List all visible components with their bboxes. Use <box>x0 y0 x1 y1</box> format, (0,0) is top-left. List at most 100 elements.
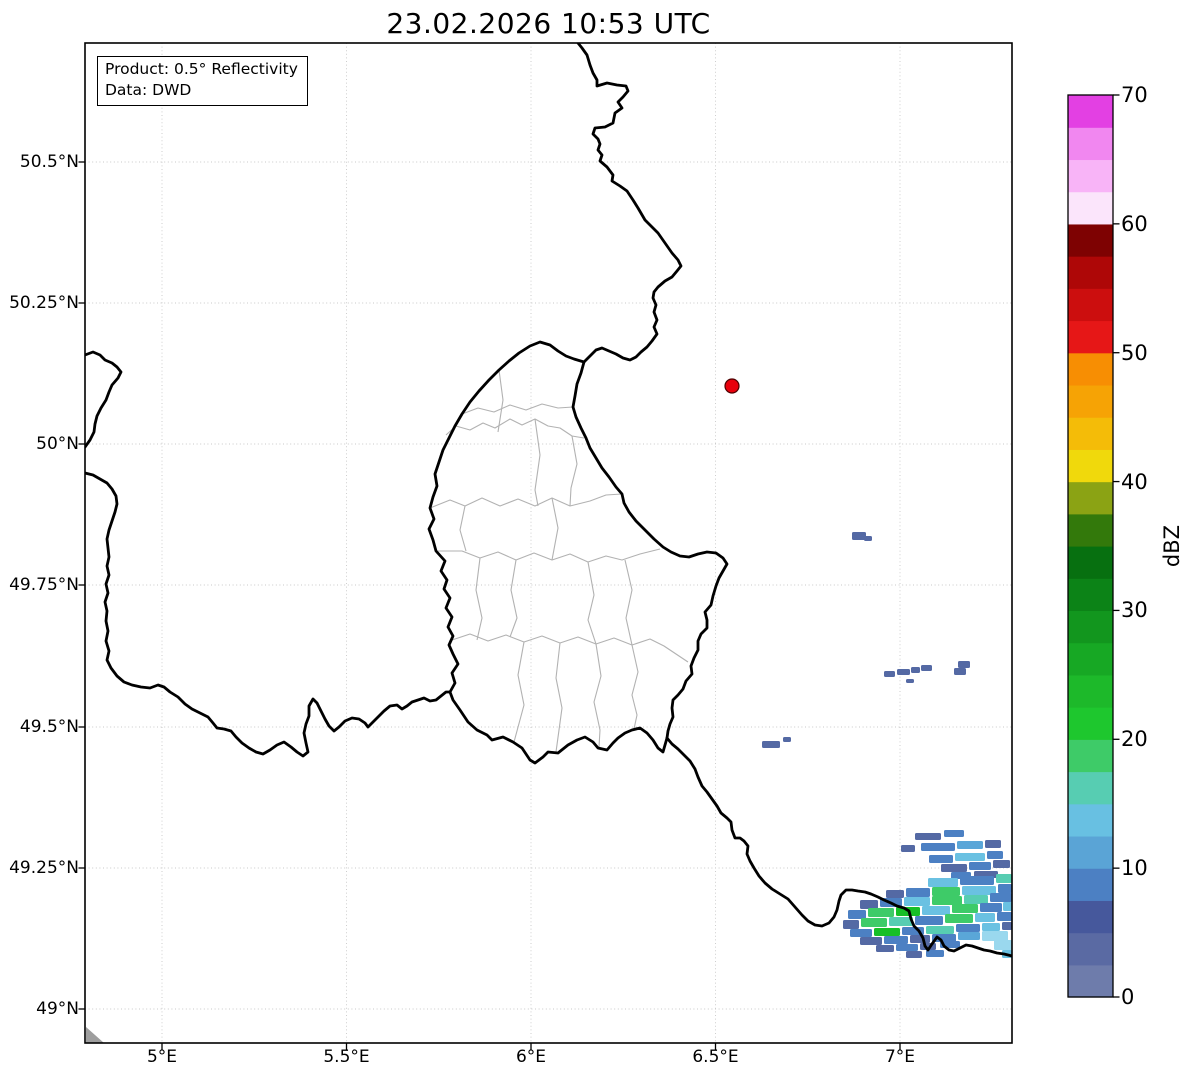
radar-echo <box>952 904 978 913</box>
radar-echo <box>958 932 980 940</box>
radar-echo <box>955 853 985 861</box>
y-tick-label: 49.25°N <box>9 858 79 878</box>
radar-echo <box>945 914 973 923</box>
plot-title: 23.02.2026 10:53 UTC <box>386 7 711 40</box>
colorbar-band <box>1068 932 1113 966</box>
colorbar-band <box>1068 288 1113 322</box>
country-border <box>85 350 123 449</box>
district-border <box>429 493 623 509</box>
data-source-line: Data: DWD <box>105 80 192 99</box>
colorbar-band <box>1068 513 1113 547</box>
district-border <box>631 644 639 730</box>
colorbar-band <box>1068 320 1113 354</box>
y-tick-label: 49.5°N <box>19 717 79 737</box>
radar-echo <box>1002 922 1012 930</box>
radar-echo <box>954 668 966 675</box>
colorbar-band <box>1068 674 1113 708</box>
colorbar-band <box>1068 771 1113 805</box>
colorbar-band <box>1068 191 1113 225</box>
product-info-box: Product: 0.5° Reflectivity Data: DWD <box>97 56 308 106</box>
radar-echo <box>921 665 932 671</box>
district-border <box>551 497 559 561</box>
district-border <box>497 369 504 433</box>
radar-echo <box>982 923 1000 931</box>
radar-echo <box>904 897 930 906</box>
colorbar-band <box>1068 449 1113 483</box>
radar-echo <box>928 878 958 887</box>
radar-echo <box>932 887 960 896</box>
radar-echo <box>911 667 920 673</box>
colorbar-band <box>1068 803 1113 837</box>
x-tick-label: 6.5°E <box>692 1047 739 1067</box>
radar-echo <box>994 940 1012 950</box>
radar-echo <box>926 926 954 934</box>
coverage-edge-corner <box>86 1027 104 1043</box>
radar-echo <box>969 862 991 870</box>
radar-echo <box>922 906 950 915</box>
radar-echo <box>783 737 791 742</box>
radar-echo <box>843 920 859 929</box>
colorbar-band <box>1068 578 1113 612</box>
radar-echo <box>876 945 894 952</box>
radar-echo <box>897 669 910 675</box>
colorbar-tick-label: 20 <box>1121 727 1148 752</box>
radar-echo <box>990 893 1012 902</box>
radar-echo <box>864 536 872 541</box>
colorbar-band <box>1068 610 1113 644</box>
radar-echo <box>960 876 994 885</box>
radar-echo <box>941 864 967 872</box>
map-frame <box>84 42 1013 1044</box>
radar-echo <box>957 841 983 849</box>
radar-echo <box>860 900 878 909</box>
radar-echo <box>915 833 941 840</box>
radar-echo <box>944 830 964 837</box>
colorbar-band <box>1068 256 1113 289</box>
colorbar-band <box>1068 739 1113 773</box>
district-border <box>459 505 467 552</box>
colorbar-band <box>1068 707 1113 740</box>
district-border <box>593 643 602 748</box>
radar-echo <box>987 851 1003 859</box>
colorbar-band <box>1068 352 1113 386</box>
radar-echo <box>964 895 988 904</box>
radar-site-marker <box>724 378 740 394</box>
country-border <box>85 471 452 758</box>
radar-echo <box>915 916 943 925</box>
radar-echo <box>993 860 1010 868</box>
y-tick-label: 50°N <box>36 434 79 454</box>
colorbar-band <box>1068 384 1113 418</box>
colorbar-band <box>1068 417 1113 450</box>
colorbar-band <box>1068 868 1113 901</box>
colorbar-band <box>1068 900 1113 934</box>
district-border <box>555 642 563 753</box>
y-tick-label: 49°N <box>36 999 79 1019</box>
radar-echo <box>958 661 970 668</box>
radar-echo <box>921 843 955 851</box>
radar-echo <box>860 937 882 945</box>
map-plot <box>78 42 1120 1050</box>
radar-echo <box>906 888 930 897</box>
radar-echo <box>998 884 1012 893</box>
district-border <box>436 548 661 563</box>
colorbar-tick-label: 70 <box>1121 83 1148 107</box>
radar-echo <box>975 913 995 922</box>
radar-echo <box>896 944 918 951</box>
district-border <box>534 418 541 507</box>
radar-echo <box>852 532 866 540</box>
radar-echo <box>850 929 872 937</box>
district-border <box>509 559 518 638</box>
district-border <box>587 561 597 645</box>
radar-echo <box>884 671 895 677</box>
district-border <box>569 435 578 507</box>
radar-echo <box>906 679 914 683</box>
colorbar-band <box>1068 546 1113 579</box>
radar-echo <box>906 951 922 958</box>
radar-echo <box>762 741 780 748</box>
radar-echo <box>932 896 962 905</box>
radar-echo <box>982 931 1008 941</box>
district-border <box>624 559 633 646</box>
radar-echo <box>848 910 866 919</box>
radar-echo <box>861 918 887 927</box>
district-border <box>445 418 585 439</box>
radar-echo <box>874 928 900 936</box>
